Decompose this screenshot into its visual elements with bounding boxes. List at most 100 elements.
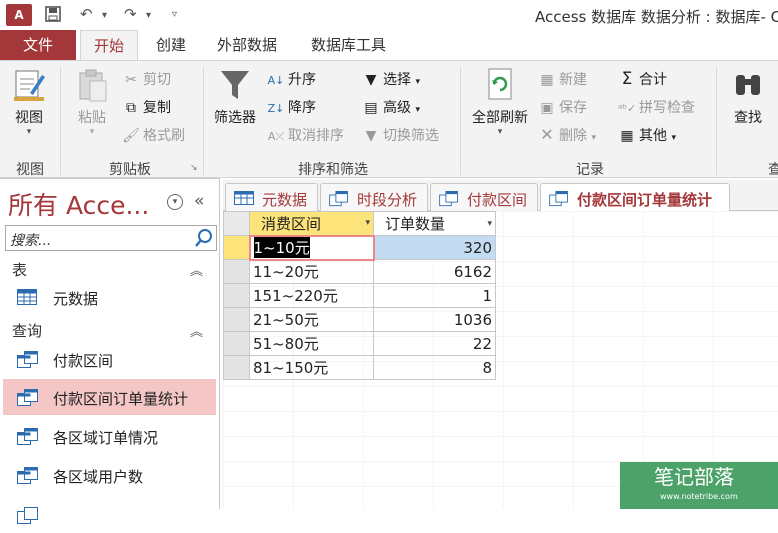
- table-cell[interactable]: 8: [373, 355, 496, 380]
- doc-tab-payment-range[interactable]: 付款区间: [430, 183, 538, 211]
- nav-item-query-region-orders[interactable]: 各区域订单情况: [3, 418, 216, 454]
- watermark-text: 笔记部落: [654, 465, 734, 489]
- table-cell[interactable]: 81~150元: [249, 355, 374, 380]
- doc-tab-time-analysis[interactable]: 时段分析: [320, 183, 428, 211]
- nav-item-query-partial[interactable]: [3, 497, 216, 533]
- tab-home[interactable]: 开始: [80, 30, 138, 60]
- table-row: 21~50元 1036: [223, 307, 496, 332]
- doc-tab-label: 元数据: [262, 191, 308, 209]
- remove-sort-button[interactable]: A⤫ 取消排序: [267, 125, 344, 145]
- table-cell[interactable]: 21~50元: [249, 307, 374, 332]
- save-record-button[interactable]: ▣ 保存: [538, 97, 587, 117]
- nav-collapse-icon[interactable]: «: [194, 191, 204, 211]
- nav-item-table-metadata[interactable]: 元数据: [3, 279, 216, 315]
- query-icon: [17, 389, 38, 406]
- table-row: 11~20元 6162: [223, 259, 496, 284]
- undo-icon[interactable]: ↶: [80, 5, 93, 23]
- more-dropdown-icon: ▾: [671, 133, 676, 143]
- table-cell[interactable]: 51~80元: [249, 331, 374, 356]
- nav-item-query-payment-range[interactable]: 付款区间: [3, 341, 216, 377]
- nav-menu-dropdown-icon[interactable]: ▾: [167, 194, 183, 210]
- view-label: 视图: [15, 110, 43, 126]
- column-header-label: 消费区间: [261, 214, 322, 233]
- refresh-all-button[interactable]: 全部刷新 ▾: [466, 67, 534, 137]
- delete-dropdown-icon: ▾: [591, 133, 596, 143]
- redo-dropdown-icon[interactable]: ▾: [146, 10, 151, 21]
- query-icon: [549, 191, 568, 207]
- row-selector[interactable]: [223, 355, 250, 380]
- row-selector[interactable]: [223, 235, 250, 260]
- nav-search-input[interactable]: 搜索...: [10, 230, 51, 250]
- redo-icon[interactable]: ↷: [124, 5, 137, 23]
- selected-text: 1~10元: [253, 237, 310, 258]
- copy-icon: ⧉: [126, 100, 136, 116]
- nav-item-query-region-users[interactable]: 各区域用户数: [3, 457, 216, 493]
- selection-button[interactable]: ▼ 选择 ▾: [362, 69, 420, 89]
- access-logo: A: [6, 4, 32, 26]
- nav-item-query-payment-range-order-stats[interactable]: 付款区间订单量统计: [3, 379, 216, 415]
- copy-label: 复制: [143, 100, 171, 116]
- format-painter-button[interactable]: 🖌 格式刷: [122, 125, 185, 145]
- tab-file[interactable]: 文件: [0, 30, 76, 60]
- toggle-filter-button[interactable]: ▼ 切换筛选: [362, 125, 439, 145]
- collapse-queries-icon[interactable]: ︽: [190, 321, 203, 340]
- column-header-range[interactable]: 消费区间 ▾: [249, 211, 374, 236]
- sort-descending-button[interactable]: Z↓ 降序: [267, 97, 316, 117]
- table-cell[interactable]: 151~220元: [249, 283, 374, 308]
- delete-record-button[interactable]: ✕ 删除 ▾: [538, 125, 596, 145]
- search-icon[interactable]: [194, 228, 214, 248]
- selection-label: 选择: [383, 72, 411, 88]
- customize-qat-icon[interactable]: ▿: [172, 9, 177, 20]
- column-sort-dropdown-icon[interactable]: ▾: [487, 219, 492, 229]
- nav-category-tables[interactable]: 表: [12, 259, 27, 280]
- new-record-button[interactable]: ▦ 新建: [538, 69, 587, 89]
- doc-tab-metadata[interactable]: 元数据: [225, 183, 318, 211]
- datasheet-table: 消费区间 ▾ 订单数量 ▾ 1~10元 320 11~20元 6162 151~22…: [223, 211, 496, 380]
- table-cell[interactable]: 1: [373, 283, 496, 308]
- cut-button[interactable]: ✂ 剪切: [122, 69, 171, 89]
- tab-create[interactable]: 创建: [156, 30, 186, 60]
- doc-tab-payment-range-order-stats[interactable]: 付款区间订单量统计: [540, 183, 730, 212]
- doc-tab-label: 付款区间订单量统计: [577, 191, 713, 209]
- paste-button[interactable]: 粘贴 ▾: [70, 67, 114, 137]
- nav-pane-title[interactable]: 所有 Acce...: [8, 186, 149, 222]
- table-cell[interactable]: 22: [373, 331, 496, 356]
- find-button[interactable]: 查找: [726, 67, 770, 127]
- row-selector[interactable]: [223, 259, 250, 284]
- document-area: 元数据 时段分析 付款区间 付款区间订单量统计 消费区间 ▾ 订单数量 ▾ 1~…: [223, 180, 778, 509]
- view-button[interactable]: 视图 ▾: [8, 67, 50, 137]
- row-selector[interactable]: [223, 307, 250, 332]
- undo-dropdown-icon[interactable]: ▾: [102, 10, 107, 21]
- advanced-button[interactable]: ▤ 高级 ▾: [362, 97, 420, 117]
- nav-search-box[interactable]: 搜索...: [5, 225, 217, 251]
- remove-sort-label: 取消排序: [288, 128, 344, 144]
- select-all-corner[interactable]: [223, 211, 250, 236]
- tab-external-data[interactable]: 外部数据: [217, 30, 277, 60]
- spelling-button[interactable]: ᵃᵇ✓ 拼写检查: [618, 97, 695, 117]
- column-header-order-count[interactable]: 订单数量 ▾: [373, 211, 496, 236]
- table-cell[interactable]: 6162: [373, 259, 496, 284]
- sort-ascending-button[interactable]: A↓ 升序: [267, 69, 316, 89]
- more-button[interactable]: ▦ 其他 ▾: [618, 125, 676, 145]
- filter-button[interactable]: 筛选器: [208, 67, 262, 127]
- totals-button[interactable]: Σ 合计: [618, 69, 667, 89]
- collapse-tables-icon[interactable]: ︽: [190, 260, 203, 279]
- nav-item-label: 付款区间: [53, 352, 114, 370]
- find-label: 查找: [734, 110, 762, 126]
- nav-category-queries[interactable]: 查询: [12, 320, 42, 341]
- clipboard-launcher-icon[interactable]: ↘: [190, 163, 198, 173]
- sort-az-icon: A↓: [267, 74, 285, 87]
- paste-label: 粘贴: [78, 110, 106, 126]
- copy-button[interactable]: ⧉ 复制: [122, 97, 171, 117]
- advanced-filter-icon: ▤: [364, 100, 378, 116]
- row-selector[interactable]: [223, 331, 250, 356]
- column-sort-dropdown-icon[interactable]: ▾: [365, 218, 370, 228]
- table-cell[interactable]: 11~20元: [249, 259, 374, 284]
- row-selector[interactable]: [223, 283, 250, 308]
- table-cell[interactable]: 1036: [373, 307, 496, 332]
- save-icon[interactable]: [44, 5, 62, 27]
- tab-database-tools[interactable]: 数据库工具: [311, 30, 386, 60]
- table-cell[interactable]: 1~10元: [248, 234, 375, 261]
- query-icon: [17, 428, 38, 445]
- table-cell[interactable]: 320: [373, 235, 496, 260]
